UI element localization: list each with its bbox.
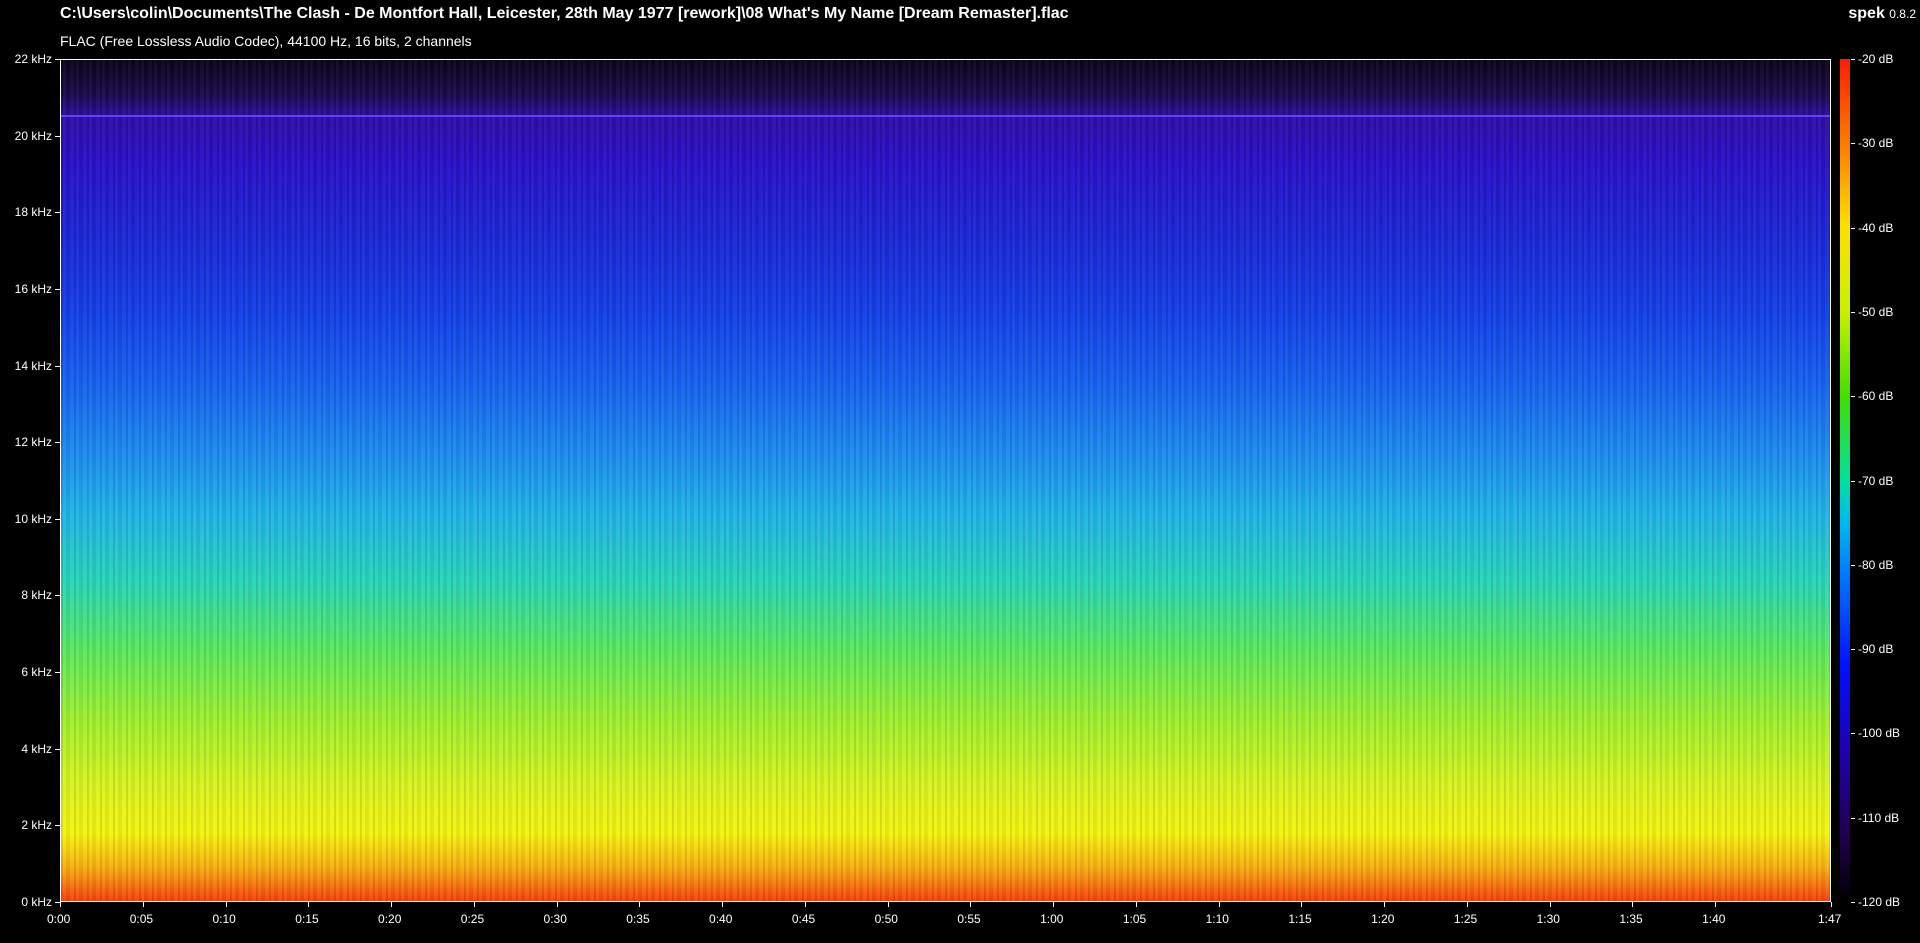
db-tick-label: -100 dB bbox=[1858, 726, 1901, 741]
time-tick-label: 1:35 bbox=[1619, 912, 1643, 926]
frequency-tick-mark bbox=[55, 212, 60, 213]
time-tick-mark bbox=[308, 902, 309, 907]
time-tick-mark bbox=[226, 902, 227, 907]
frequency-tick-label: 14 kHz bbox=[14, 358, 52, 373]
db-tick-label: -20 dB bbox=[1858, 52, 1894, 66]
db-tick-mark bbox=[1851, 312, 1855, 313]
db-tick-mark bbox=[1851, 59, 1855, 60]
db-tick-label: -30 dB bbox=[1858, 136, 1894, 151]
frequency-tick-mark bbox=[55, 672, 60, 673]
frequency-tick-label: 18 kHz bbox=[14, 205, 52, 220]
time-tick-mark bbox=[1384, 902, 1385, 907]
frequency-tick-label: 6 kHz bbox=[21, 665, 52, 680]
time-tick-label: 0:00 bbox=[47, 912, 71, 926]
time-tick-label: 0:50 bbox=[874, 912, 898, 926]
frequency-tick-label: 8 kHz bbox=[21, 588, 52, 603]
time-tick-mark bbox=[557, 902, 558, 907]
time-tick-label: 0:25 bbox=[460, 912, 485, 926]
frequency-tick-label: 22 kHz bbox=[14, 52, 52, 66]
frequency-tick-label: 16 kHz bbox=[14, 281, 52, 296]
time-tick-label: 1:40 bbox=[1702, 912, 1726, 926]
time-tick-label: 1:30 bbox=[1536, 912, 1560, 926]
time-tick-mark bbox=[1550, 902, 1551, 907]
db-colorbar bbox=[1840, 59, 1850, 902]
time-tick-mark bbox=[1136, 902, 1137, 907]
db-tick-label: -40 dB bbox=[1858, 220, 1894, 235]
time-tick-label: 0:55 bbox=[957, 912, 981, 926]
frequency-tick-label: 4 kHz bbox=[21, 741, 52, 756]
app-name: spek bbox=[1848, 5, 1885, 22]
app-brand: spek 0.8.2 bbox=[1848, 4, 1916, 24]
time-tick-mark bbox=[1053, 902, 1054, 907]
frequency-tick-label: 12 kHz bbox=[14, 435, 52, 450]
time-tick-mark bbox=[1632, 902, 1633, 907]
time-tick-label: 0:30 bbox=[543, 912, 567, 926]
time-tick-mark bbox=[1831, 902, 1832, 907]
time-tick-label: 1:20 bbox=[1371, 912, 1395, 926]
db-tick-mark bbox=[1851, 481, 1855, 482]
time-tick-mark bbox=[639, 902, 640, 907]
time-tick-label: 0:10 bbox=[212, 912, 236, 926]
frequency-tick-label: 0 kHz bbox=[21, 895, 52, 909]
time-tick-mark bbox=[888, 902, 889, 907]
time-tick-mark bbox=[1301, 902, 1302, 907]
spectrogram-texture bbox=[61, 60, 1830, 901]
time-tick-label: 1:05 bbox=[1122, 912, 1147, 926]
time-tick-mark bbox=[1467, 902, 1468, 907]
frequency-tick-label: 20 kHz bbox=[14, 128, 52, 143]
time-tick-label: 0:05 bbox=[129, 912, 154, 926]
frequency-tick-mark bbox=[55, 595, 60, 596]
db-tick-label: -80 dB bbox=[1858, 557, 1894, 572]
time-tick-mark bbox=[60, 902, 61, 907]
spectrogram-frame bbox=[60, 59, 1831, 902]
db-tick-label: -90 dB bbox=[1858, 642, 1894, 657]
db-tick-label: -60 dB bbox=[1858, 389, 1894, 404]
time-tick-mark bbox=[474, 902, 475, 907]
frequency-tick-label: 2 kHz bbox=[21, 818, 52, 833]
audio-format-info: FLAC (Free Lossless Audio Codec), 44100 … bbox=[60, 33, 472, 49]
db-tick-mark bbox=[1851, 902, 1855, 903]
db-tick-mark bbox=[1851, 733, 1855, 734]
db-tick-mark bbox=[1851, 818, 1855, 819]
time-tick-label: 0:20 bbox=[378, 912, 402, 926]
time-tick-label: 1:10 bbox=[1205, 912, 1229, 926]
time-tick-mark bbox=[143, 902, 144, 907]
app-version: 0.8.2 bbox=[1889, 7, 1916, 21]
time-tick-mark bbox=[970, 902, 971, 907]
time-tick-label: 0:40 bbox=[709, 912, 733, 926]
frequency-tick-mark bbox=[55, 519, 60, 520]
db-tick-mark bbox=[1851, 649, 1855, 650]
frequency-tick-mark bbox=[55, 442, 60, 443]
time-tick-label: 1:25 bbox=[1453, 912, 1478, 926]
time-tick-mark bbox=[805, 902, 806, 907]
frequency-tick-mark bbox=[55, 825, 60, 826]
time-tick-label: 1:15 bbox=[1288, 912, 1312, 926]
time-tick-mark bbox=[722, 902, 723, 907]
db-tick-label: -120 dB bbox=[1858, 895, 1901, 909]
file-path-title: C:\Users\colin\Documents\The Clash - De … bbox=[60, 5, 1069, 22]
frequency-tick-mark bbox=[55, 136, 60, 137]
db-tick-mark bbox=[1851, 143, 1855, 144]
frequency-tick-mark bbox=[55, 366, 60, 367]
time-tick-label: 0:45 bbox=[791, 912, 816, 926]
frequency-cutoff-line bbox=[61, 115, 1830, 117]
time-tick-label: 1:47 bbox=[1818, 912, 1842, 926]
time-tick-label: 1:00 bbox=[1040, 912, 1064, 926]
db-tick-mark bbox=[1851, 565, 1855, 566]
frequency-tick-mark bbox=[55, 59, 60, 60]
time-tick-label: 0:15 bbox=[295, 912, 319, 926]
db-tick-label: -70 dB bbox=[1858, 473, 1894, 488]
frequency-tick-mark bbox=[55, 749, 60, 750]
frequency-tick-label: 10 kHz bbox=[14, 511, 52, 526]
frequency-tick-mark bbox=[55, 289, 60, 290]
time-tick-mark bbox=[391, 902, 392, 907]
db-tick-mark bbox=[1851, 228, 1855, 229]
time-tick-mark bbox=[1715, 902, 1716, 907]
db-tick-mark bbox=[1851, 396, 1855, 397]
db-tick-label: -50 dB bbox=[1858, 304, 1894, 319]
db-tick-label: -110 dB bbox=[1858, 810, 1900, 825]
time-tick-mark bbox=[1219, 902, 1220, 907]
time-tick-label: 0:35 bbox=[626, 912, 650, 926]
